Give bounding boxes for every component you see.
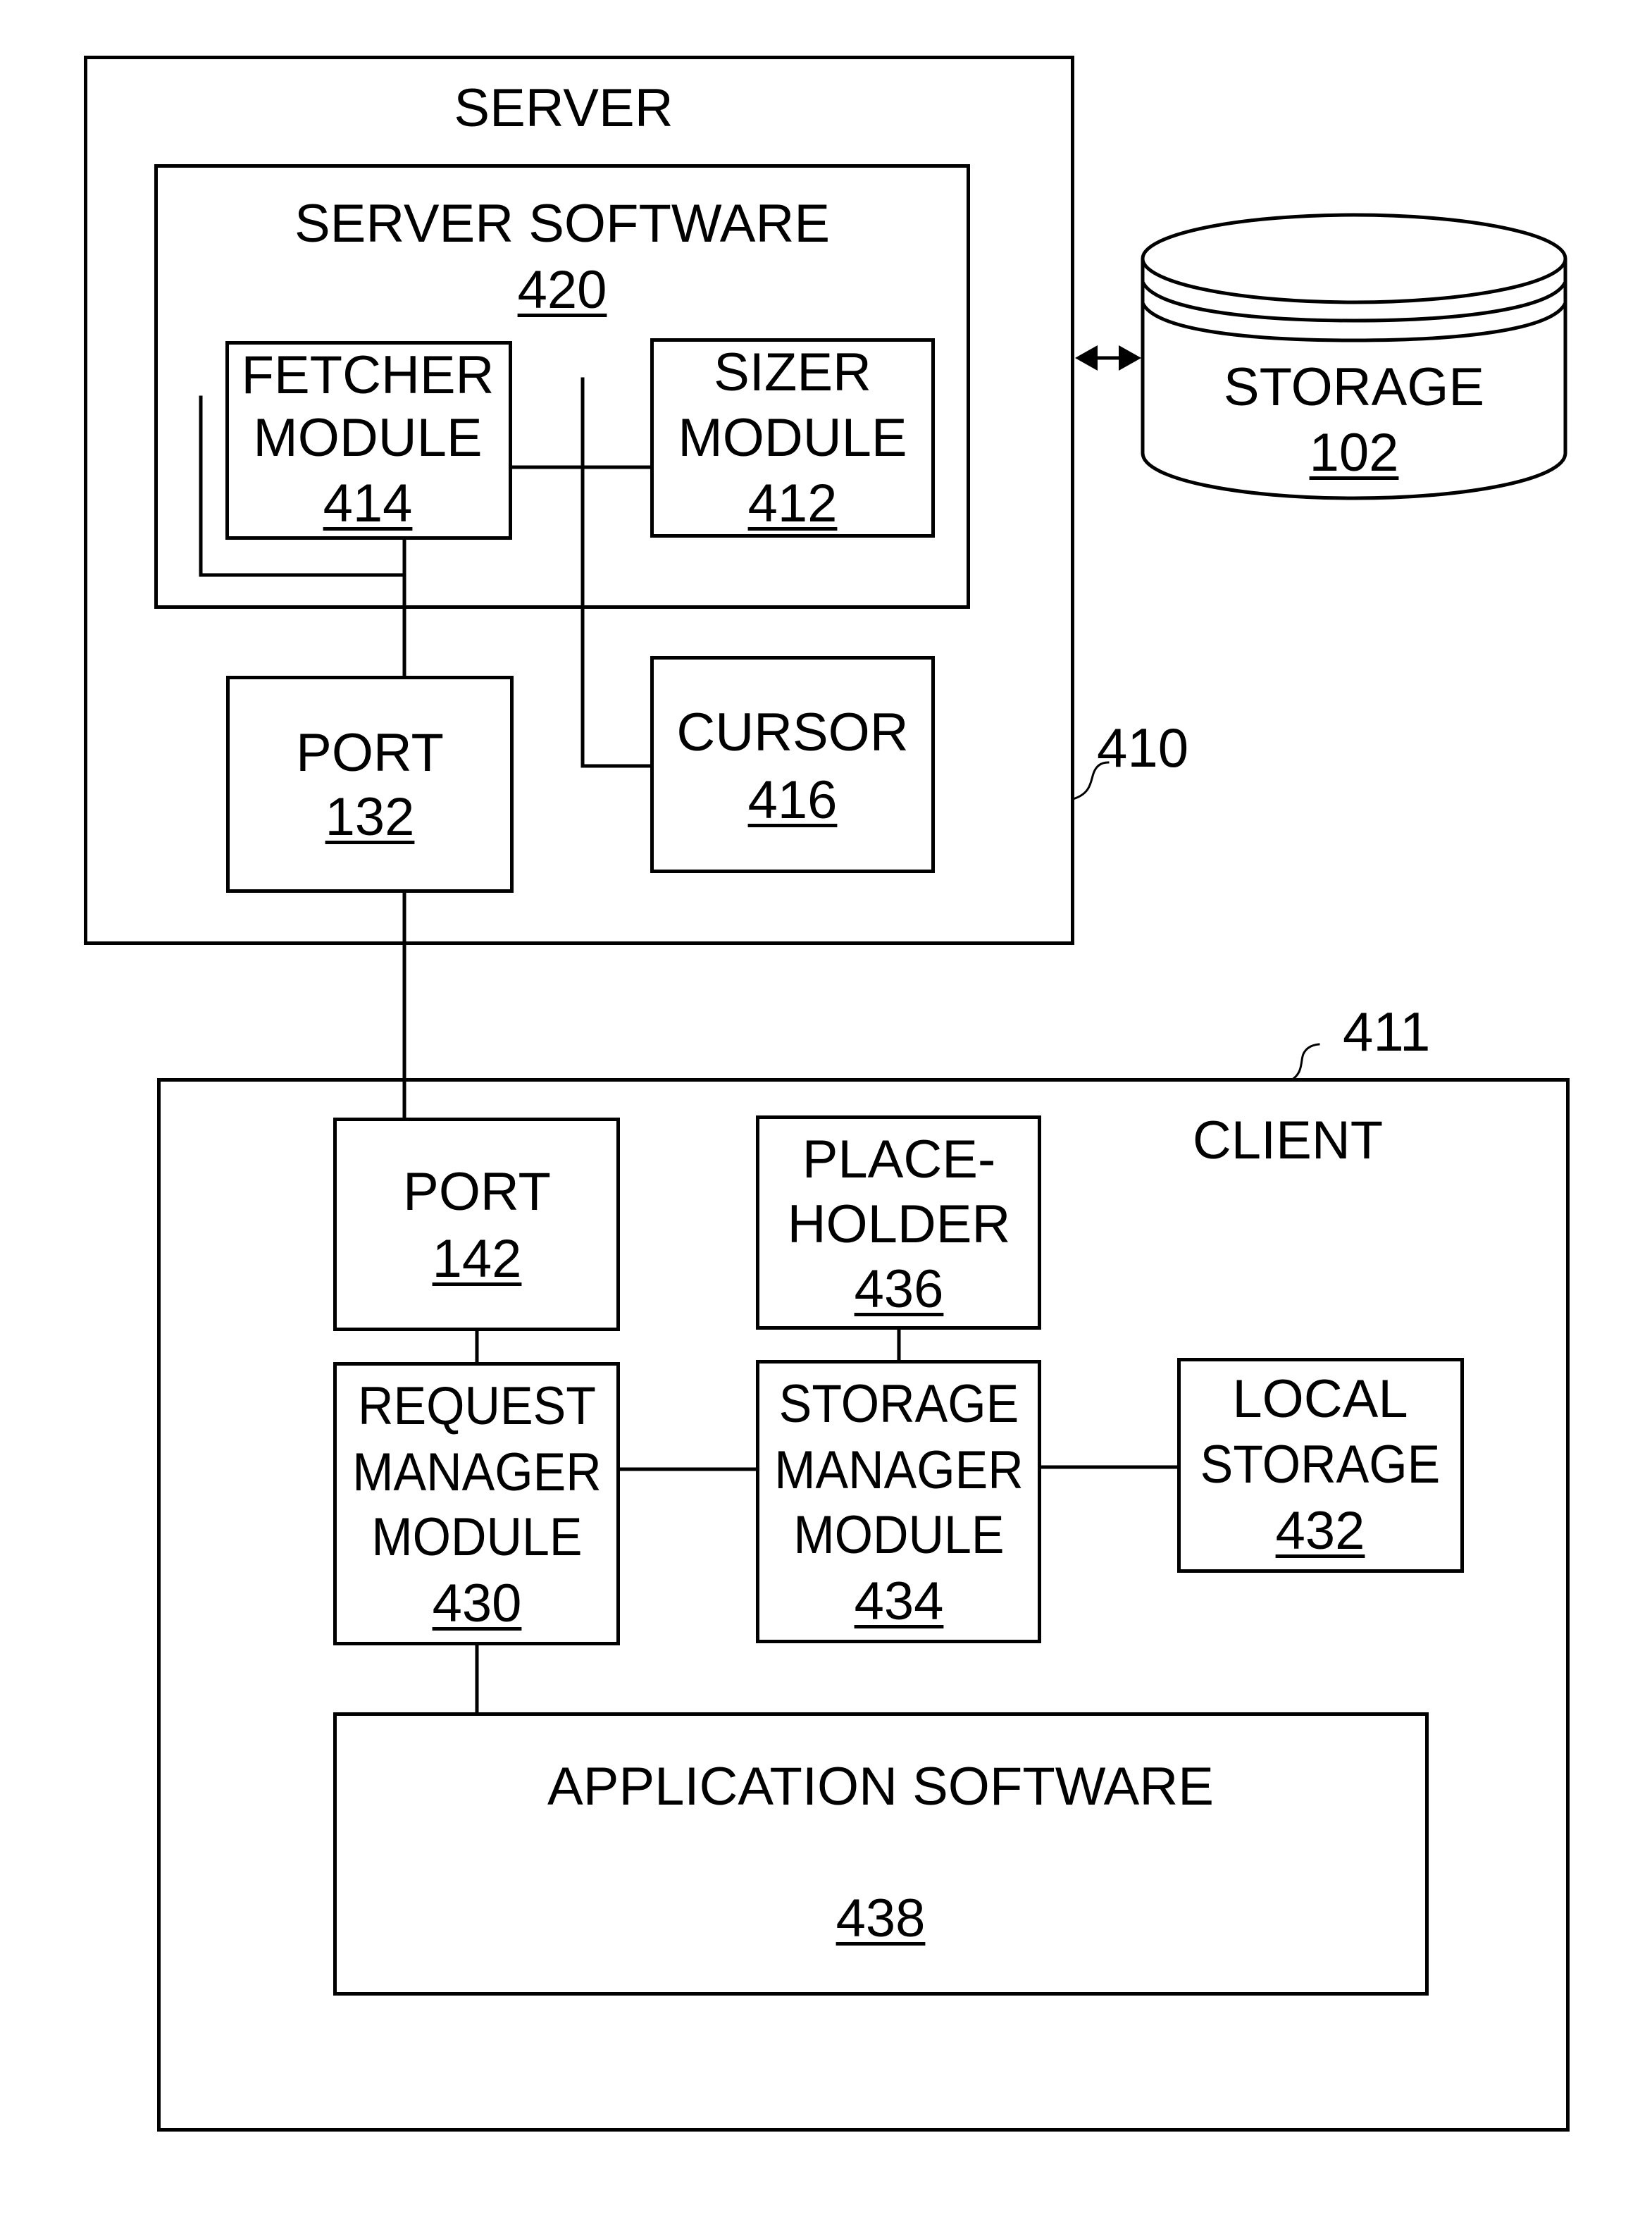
port-142-ref: 142	[432, 1229, 522, 1289]
leader-411	[1290, 1043, 1320, 1082]
storage-line1: STORAGE	[1223, 357, 1485, 417]
server-software-title: SERVER SOFTWARE	[294, 194, 831, 254]
port-142-box	[333, 1118, 620, 1331]
application-software-ref: 438	[836, 1888, 926, 1948]
port-142-line1: PORT	[403, 1162, 551, 1222]
port-132-line1: PORT	[296, 723, 444, 783]
storage-manager-line1: STORAGE	[778, 1374, 1019, 1434]
arrowhead-right-icon	[1119, 345, 1141, 371]
request-manager-ref: 430	[432, 1573, 522, 1633]
local-storage-ref: 432	[1275, 1501, 1365, 1561]
application-software-line1: APPLICATION SOFTWARE	[547, 1757, 1214, 1817]
application-software-box	[333, 1712, 1429, 1996]
local-storage-line1: LOCAL	[1232, 1369, 1408, 1429]
placeholder-line1: PLACE-	[802, 1130, 996, 1189]
client-title: CLIENT	[1192, 1111, 1384, 1170]
server-title: SERVER	[454, 78, 673, 138]
fetcher-module-line2: MODULE	[253, 408, 483, 468]
placeholder-ref: 436	[854, 1259, 944, 1319]
sizer-module-line2: MODULE	[678, 408, 907, 468]
cursor-box	[650, 656, 935, 873]
server-ref-410: 410	[1097, 717, 1189, 779]
storage-manager-ref: 434	[854, 1571, 944, 1631]
request-manager-line3: MODULE	[371, 1507, 583, 1567]
request-manager-line2: MANAGER	[352, 1442, 602, 1502]
storage-manager-line2: MANAGER	[774, 1440, 1024, 1500]
port-132-ref: 132	[325, 787, 415, 847]
server-software-ref: 420	[517, 260, 607, 320]
sizer-module-ref: 412	[747, 474, 838, 533]
port-132-box	[226, 676, 514, 893]
storage-manager-line3: MODULE	[793, 1505, 1005, 1565]
cursor-ref: 416	[747, 770, 838, 830]
arrowhead-left-icon	[1075, 345, 1098, 371]
cursor-line1: CURSOR	[676, 703, 909, 762]
fetcher-module-line1: FETCHER	[241, 345, 495, 405]
request-manager-line1: REQUEST	[358, 1376, 596, 1436]
placeholder-line2: HOLDER	[787, 1194, 1011, 1254]
fetcher-module-ref: 414	[323, 474, 413, 533]
client-ref-411: 411	[1343, 1001, 1431, 1063]
local-storage-line2: STORAGE	[1200, 1435, 1441, 1495]
sizer-module-line1: SIZER	[714, 342, 871, 402]
storage-ref: 102	[1309, 423, 1399, 483]
